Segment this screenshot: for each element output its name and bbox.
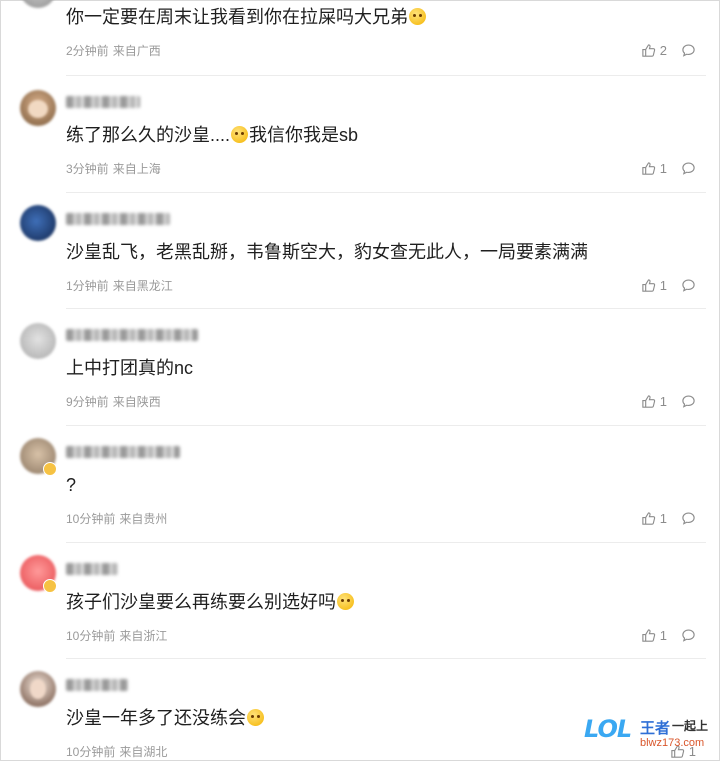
comment-actions: 1	[641, 160, 696, 176]
watermark-logo: LOL	[584, 715, 632, 743]
thumbs-up-icon	[642, 161, 655, 175]
dizzy-emoji-icon	[247, 709, 264, 726]
reply-button[interactable]	[681, 43, 696, 58]
watermark-brand: 王者	[640, 720, 671, 737]
smile-emoji-icon	[409, 8, 426, 25]
reply-button[interactable]	[681, 278, 696, 293]
comment-region: 来自贵州	[119, 512, 168, 526]
divider	[66, 425, 706, 426]
nickname[interactable]	[66, 563, 118, 575]
reply-button[interactable]	[681, 161, 696, 176]
comment-bubble-icon	[682, 394, 695, 408]
reply-button[interactable]	[681, 628, 696, 643]
comment-text: 沙皇一年多了还没练会	[66, 706, 265, 730]
comment-text: 你一定要在周末让我看到你在拉屎吗大兄弟	[66, 5, 427, 29]
comment-actions: 2	[641, 42, 696, 58]
nickname[interactable]	[66, 96, 140, 108]
comment-meta: 10分钟前 来自湖北	[66, 743, 167, 760]
divider	[66, 542, 706, 543]
vip-badge-icon	[43, 579, 57, 593]
site-watermark: LOL 王者 一起上 blwz173.com	[584, 713, 716, 757]
comment-text: 练了那么久的沙皇.... 我信你我是sb	[66, 125, 359, 145]
comment-time: 10分钟前	[66, 512, 116, 526]
comment-bubble-icon	[682, 511, 695, 525]
divider	[66, 192, 706, 193]
thumbs-up-icon	[642, 394, 655, 408]
like-count: 1	[659, 510, 667, 526]
comment-bubble-icon	[682, 278, 695, 292]
comment-time: 3分钟前	[66, 162, 109, 176]
like-button[interactable]: 1	[641, 394, 667, 409]
nickname[interactable]	[66, 213, 170, 225]
comment-actions: 1	[641, 627, 696, 643]
like-button[interactable]: 1	[641, 161, 667, 176]
thumbs-up-icon	[642, 628, 655, 642]
like-button[interactable]: 2	[641, 43, 667, 58]
avatar[interactable]	[20, 323, 56, 359]
comment-time: 10分钟前	[66, 745, 116, 759]
watermark-url: blwz173.com	[640, 737, 705, 749]
nickname[interactable]	[66, 679, 128, 691]
avatar[interactable]	[20, 0, 56, 8]
reply-button[interactable]	[681, 394, 696, 409]
comment-bubble-icon	[682, 161, 695, 175]
comment-meta: 10分钟前 来自浙江	[66, 627, 167, 644]
comment-meta: 2分钟前 来自广西	[66, 42, 161, 59]
like-count: 1	[659, 160, 667, 176]
comment-text: 上中打团真的nc	[66, 358, 194, 378]
avatar[interactable]	[20, 205, 56, 241]
like-count: 1	[659, 277, 667, 293]
divider	[66, 75, 706, 76]
like-button[interactable]: 1	[641, 628, 667, 643]
comment-region: 来自广西	[112, 44, 161, 58]
comment-bubble-icon	[682, 628, 695, 642]
wink-emoji-icon	[231, 126, 249, 143]
like-count: 1	[659, 627, 667, 643]
like-button[interactable]: 1	[641, 511, 667, 526]
laugh-emoji-icon	[337, 593, 354, 610]
comment-actions: 1	[641, 510, 696, 526]
avatar[interactable]	[20, 671, 56, 707]
comment-region: 来自陕西	[112, 395, 161, 409]
like-count: 2	[659, 42, 667, 58]
comment-region: 来自浙江	[119, 629, 168, 643]
comment-meta: 3分钟前 来自上海	[66, 160, 161, 177]
comment-region: 来自黑龙江	[112, 279, 173, 293]
comment-meta: 10分钟前 来自贵州	[66, 510, 167, 527]
divider	[66, 658, 706, 659]
comment-text: 孩子们沙皇要么再练要么别选好吗	[66, 590, 355, 614]
comment-actions: 1	[641, 277, 696, 293]
like-count: 1	[659, 393, 667, 409]
divider	[66, 308, 706, 309]
comment-time: 2分钟前	[66, 44, 109, 58]
comment-meta: 9分钟前 来自陕西	[66, 393, 161, 410]
thumbs-up-icon	[642, 511, 655, 525]
thumbs-up-icon	[642, 43, 655, 57]
comment-meta: 1分钟前 来自黑龙江	[66, 277, 173, 294]
comment-text: ?	[66, 475, 77, 495]
comment-region: 来自上海	[112, 162, 161, 176]
comment-time: 10分钟前	[66, 629, 116, 643]
comment-list-frame	[0, 0, 720, 761]
nickname[interactable]	[66, 329, 198, 341]
vip-badge-icon	[43, 462, 57, 476]
nickname[interactable]	[66, 446, 180, 458]
thumbs-up-icon	[642, 278, 655, 292]
comment-time: 1分钟前	[66, 279, 109, 293]
comment-text: 沙皇乱飞，老黑乱掰，韦鲁斯空大，豹女查无此人，一局要素满满	[66, 242, 588, 262]
avatar[interactable]	[20, 90, 56, 126]
comment-bubble-icon	[682, 43, 695, 57]
comment-time: 9分钟前	[66, 395, 109, 409]
reply-button[interactable]	[681, 511, 696, 526]
comment-actions: 1	[641, 393, 696, 409]
like-button[interactable]: 1	[641, 278, 667, 293]
watermark-tagline: 一起上	[672, 719, 709, 733]
comment-region: 来自湖北	[119, 745, 168, 759]
